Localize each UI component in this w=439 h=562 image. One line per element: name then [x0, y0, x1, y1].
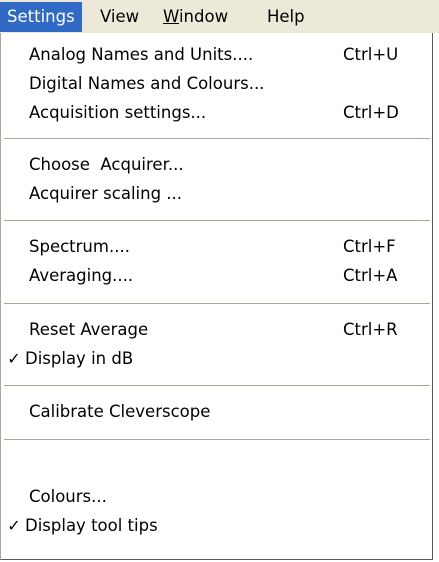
menu-item-label: Acquisition settings...: [29, 103, 207, 122]
menu-item-label: Display tool tips: [25, 516, 158, 535]
menu-item-shortcut: Ctrl+F: [343, 237, 396, 256]
menu-item-label: Reset Average: [29, 320, 149, 339]
menu-item-acquirer-scaling[interactable]: Acquirer scaling ...: [1, 179, 431, 209]
menu-item-analog-names-units[interactable]: Analog Names and Units.... Ctrl+U: [1, 40, 431, 70]
menu-window-label-rest: indow: [178, 7, 229, 26]
menu-item-spectrum[interactable]: Spectrum.... Ctrl+F: [1, 232, 431, 262]
menu-item-label: Spectrum....: [29, 237, 130, 256]
menu-separator: [4, 439, 430, 441]
menu-separator: [4, 220, 430, 222]
menu-item-shortcut: Ctrl+U: [343, 45, 399, 64]
menu-item-label: Choose Acquirer...: [29, 155, 184, 174]
menu-settings[interactable]: Settings: [0, 2, 82, 32]
checkmark-icon: ✓: [7, 349, 21, 368]
menu-item-shortcut: Ctrl+R: [343, 320, 398, 339]
menu-item-acquisition-settings[interactable]: Acquisition settings... Ctrl+D: [1, 98, 431, 128]
menu-separator: [4, 303, 430, 305]
menu-item-label: Digital Names and Colours...: [29, 74, 265, 93]
menu-window[interactable]: Window: [156, 2, 235, 32]
menu-item-averaging[interactable]: Averaging.... Ctrl+A: [1, 261, 431, 291]
menu-separator: [4, 385, 430, 387]
menu-item-display-tool-tips[interactable]: ✓ Display tool tips: [1, 511, 431, 541]
menu-item-label: Calibrate Cleverscope: [29, 402, 211, 421]
menu-help[interactable]: Help: [260, 2, 312, 32]
menu-view[interactable]: View: [93, 2, 146, 32]
menu-separator: [4, 138, 430, 140]
menu-window-mnemonic: W: [163, 7, 179, 26]
menu-item-label: Analog Names and Units....: [29, 45, 254, 64]
menu-item-colours[interactable]: Colours...: [1, 482, 431, 512]
menu-item-label: Display in dB: [25, 349, 134, 368]
menu-item-choose-acquirer[interactable]: Choose Acquirer...: [1, 150, 431, 180]
menu-item-calibrate-cleverscope[interactable]: Calibrate Cleverscope: [1, 397, 431, 427]
checkmark-icon: ✓: [7, 516, 21, 535]
menu-item-display-in-db[interactable]: ✓ Display in dB: [1, 344, 431, 374]
menu-item-digital-names-colours[interactable]: Digital Names and Colours...: [1, 69, 431, 99]
menu-item-shortcut: Ctrl+D: [343, 103, 399, 122]
menu-item-reset-average[interactable]: Reset Average Ctrl+R: [1, 315, 431, 345]
settings-dropdown-menu: Analog Names and Units.... Ctrl+U Digita…: [0, 33, 433, 560]
menu-bar: Settings View Window Help: [0, 0, 439, 33]
menu-item-label: Acquirer scaling ...: [29, 184, 183, 203]
menu-item-shortcut: Ctrl+A: [343, 266, 398, 285]
menu-item-label: Averaging....: [29, 266, 134, 285]
menu-item-label: Colours...: [29, 487, 107, 506]
